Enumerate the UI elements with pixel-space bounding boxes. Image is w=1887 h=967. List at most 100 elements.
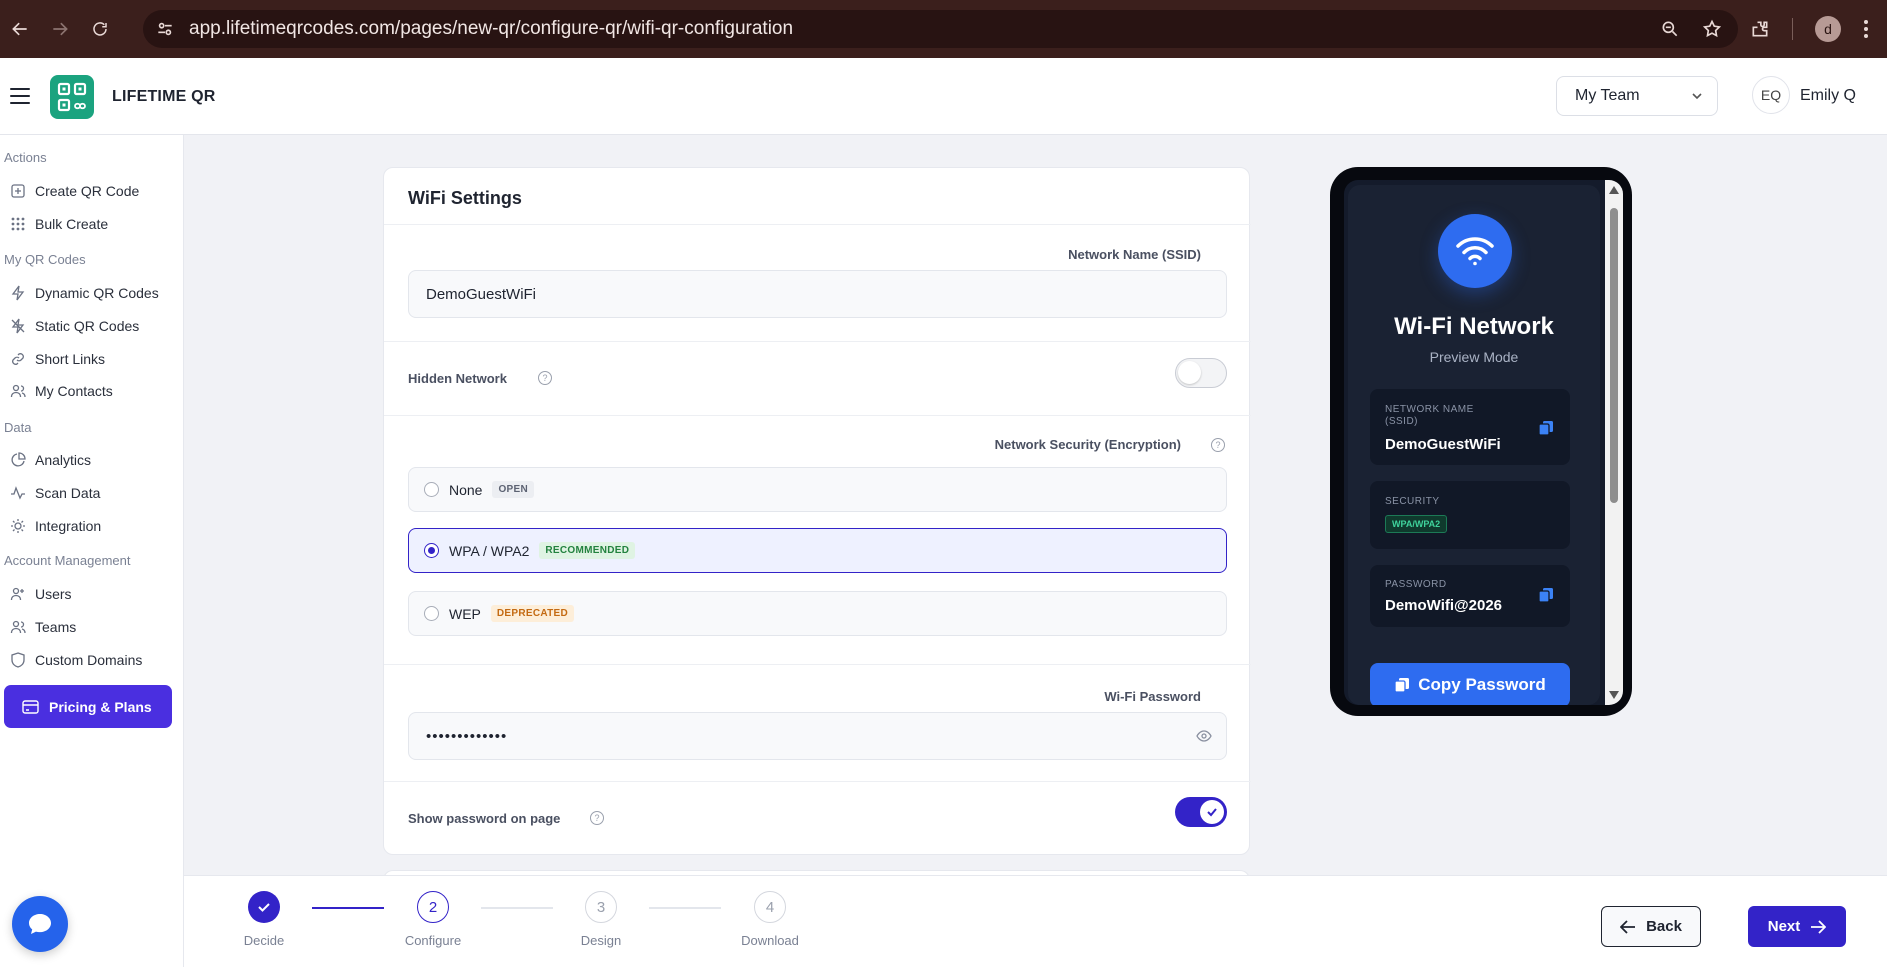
back-button[interactable]: Back bbox=[1601, 906, 1701, 947]
activity-icon bbox=[11, 486, 25, 500]
sidebar-section-data: Data bbox=[4, 420, 32, 435]
browser-menu-icon[interactable] bbox=[1863, 19, 1869, 39]
step-label: Download bbox=[741, 933, 799, 948]
sidebar-item-create-qr[interactable]: Create QR Code bbox=[10, 180, 139, 202]
help-icon[interactable]: ? bbox=[1211, 438, 1225, 452]
preview-scrollbar[interactable] bbox=[1605, 180, 1623, 705]
sidebar-item-users[interactable]: Users bbox=[10, 583, 72, 605]
address-bar[interactable]: app.lifetimeqrcodes.com/pages/new-qr/con… bbox=[143, 10, 1738, 48]
scroll-thumb[interactable] bbox=[1610, 208, 1618, 503]
help-icon[interactable]: ? bbox=[590, 811, 604, 825]
credit-card-icon bbox=[22, 699, 39, 714]
grid-dots-icon bbox=[11, 217, 25, 231]
radio-button[interactable] bbox=[424, 606, 439, 621]
copy-password-label: Copy Password bbox=[1418, 675, 1546, 694]
sidebar-item-analytics[interactable]: Analytics bbox=[10, 449, 91, 471]
sidebar-item-scan-data[interactable]: Scan Data bbox=[10, 482, 100, 504]
security-option-none[interactable]: None OPEN bbox=[408, 467, 1227, 512]
card-title: WiFi Settings bbox=[408, 188, 522, 208]
sidebar-section-actions: Actions bbox=[4, 150, 47, 165]
preview-password-box: PASSWORD DemoWifi@2026 bbox=[1370, 565, 1570, 627]
sidebar-item-custom-domains[interactable]: Custom Domains bbox=[10, 649, 142, 671]
chevron-down-icon bbox=[1692, 93, 1702, 100]
lightning-off-icon bbox=[11, 318, 25, 334]
qr-logo-icon[interactable] bbox=[50, 75, 94, 119]
sidebar-item-my-contacts[interactable]: My Contacts bbox=[10, 380, 113, 402]
password-input[interactable]: ••••••••••••• bbox=[408, 712, 1227, 760]
sidebar-item-dynamic-qr[interactable]: Dynamic QR Codes bbox=[10, 282, 159, 304]
divider bbox=[384, 341, 1251, 342]
wifi-icon bbox=[1438, 214, 1512, 288]
browser-toolbar: app.lifetimeqrcodes.com/pages/new-qr/con… bbox=[0, 0, 1887, 58]
preview-security-box: SECURITY WPA/WPA2 bbox=[1370, 481, 1570, 549]
team-icon bbox=[10, 620, 26, 634]
divider bbox=[384, 781, 1251, 782]
next-button-label: Next bbox=[1767, 918, 1801, 935]
chat-icon bbox=[29, 914, 51, 934]
step-label: Configure bbox=[404, 933, 462, 948]
sidebar-item-label: Integration bbox=[35, 518, 102, 534]
recommended-badge: RECOMMENDED bbox=[539, 542, 636, 559]
preview-network-name-value: DemoGuestWiFi bbox=[1385, 436, 1501, 453]
preview-subtitle: Preview Mode bbox=[1429, 349, 1519, 365]
scroll-down-arrow[interactable] bbox=[1609, 691, 1619, 699]
sidebar-item-integration[interactable]: Integration bbox=[10, 515, 101, 537]
sidebar-item-label: Static QR Codes bbox=[35, 318, 140, 334]
copy-icon[interactable] bbox=[1538, 420, 1554, 436]
sidebar-section-my-qr-codes: My QR Codes bbox=[4, 252, 86, 267]
radio-button-selected[interactable] bbox=[424, 543, 439, 558]
check-icon bbox=[258, 903, 270, 912]
toggle-knob bbox=[1200, 800, 1224, 824]
next-button[interactable]: Next bbox=[1748, 906, 1846, 947]
show-password-toggle[interactable] bbox=[1175, 797, 1227, 827]
step-download[interactable]: 4 Download bbox=[720, 891, 820, 948]
copy-icon[interactable] bbox=[1538, 587, 1554, 603]
check-icon bbox=[1207, 808, 1217, 817]
toggle-knob bbox=[1178, 361, 1201, 384]
pie-chart-icon bbox=[11, 452, 26, 467]
sidebar-item-label: Bulk Create bbox=[35, 216, 109, 232]
site-settings-icon[interactable] bbox=[155, 19, 175, 39]
security-option-wep[interactable]: WEP DEPRECATED bbox=[408, 591, 1227, 636]
zoom-icon[interactable] bbox=[1660, 19, 1680, 39]
sidebar-item-label: Teams bbox=[35, 619, 77, 635]
team-select[interactable]: My Team bbox=[1556, 76, 1718, 116]
sidebar: Actions Create QR Code Bulk Create My QR… bbox=[0, 135, 184, 967]
divider bbox=[384, 664, 1251, 665]
preview-content: Wi-Fi Network Preview Mode NETWORK NAME … bbox=[1348, 185, 1600, 705]
pricing-plans-button[interactable]: Pricing & Plans bbox=[4, 685, 172, 728]
preview-password-label: PASSWORD bbox=[1385, 579, 1447, 590]
radio-button[interactable] bbox=[424, 482, 439, 497]
step-design[interactable]: 3 Design bbox=[551, 891, 651, 948]
step-decide[interactable]: Decide bbox=[214, 891, 314, 948]
copy-password-button[interactable]: Copy Password bbox=[1370, 663, 1570, 705]
eye-icon[interactable] bbox=[1196, 730, 1212, 742]
sidebar-item-teams[interactable]: Teams bbox=[10, 616, 76, 638]
bookmark-star-icon[interactable] bbox=[1702, 19, 1722, 39]
browser-reload-icon[interactable] bbox=[80, 0, 120, 58]
preview-security-badge: WPA/WPA2 bbox=[1385, 515, 1448, 533]
browser-profile-avatar[interactable]: d bbox=[1815, 16, 1841, 42]
sidebar-item-static-qr[interactable]: Static QR Codes bbox=[10, 315, 139, 337]
chat-support-button[interactable] bbox=[12, 896, 68, 952]
sidebar-item-label: Users bbox=[35, 586, 72, 602]
sidebar-item-short-links[interactable]: Short Links bbox=[10, 348, 105, 370]
ssid-input[interactable]: DemoGuestWiFi bbox=[408, 270, 1227, 318]
hamburger-menu-icon[interactable] bbox=[10, 88, 30, 104]
sidebar-item-label: Custom Domains bbox=[35, 652, 143, 668]
user-avatar[interactable]: EQ bbox=[1752, 76, 1790, 114]
user-name[interactable]: Emily Q bbox=[1800, 87, 1856, 105]
deprecated-badge: DEPRECATED bbox=[490, 605, 575, 622]
step-circle-current: 2 bbox=[417, 891, 449, 923]
hidden-network-toggle[interactable] bbox=[1175, 358, 1227, 388]
security-option-label: None bbox=[449, 481, 483, 498]
help-icon[interactable]: ? bbox=[538, 371, 552, 385]
browser-forward-icon[interactable] bbox=[40, 0, 80, 58]
sidebar-item-label: Dynamic QR Codes bbox=[35, 285, 159, 301]
extensions-icon[interactable] bbox=[1750, 19, 1770, 39]
browser-back-icon[interactable] bbox=[0, 0, 40, 58]
step-configure[interactable]: 2 Configure bbox=[383, 891, 483, 948]
security-option-wpa[interactable]: WPA / WPA2 RECOMMENDED bbox=[408, 528, 1227, 573]
scroll-up-arrow[interactable] bbox=[1609, 186, 1619, 194]
sidebar-item-bulk-create[interactable]: Bulk Create bbox=[10, 213, 108, 235]
